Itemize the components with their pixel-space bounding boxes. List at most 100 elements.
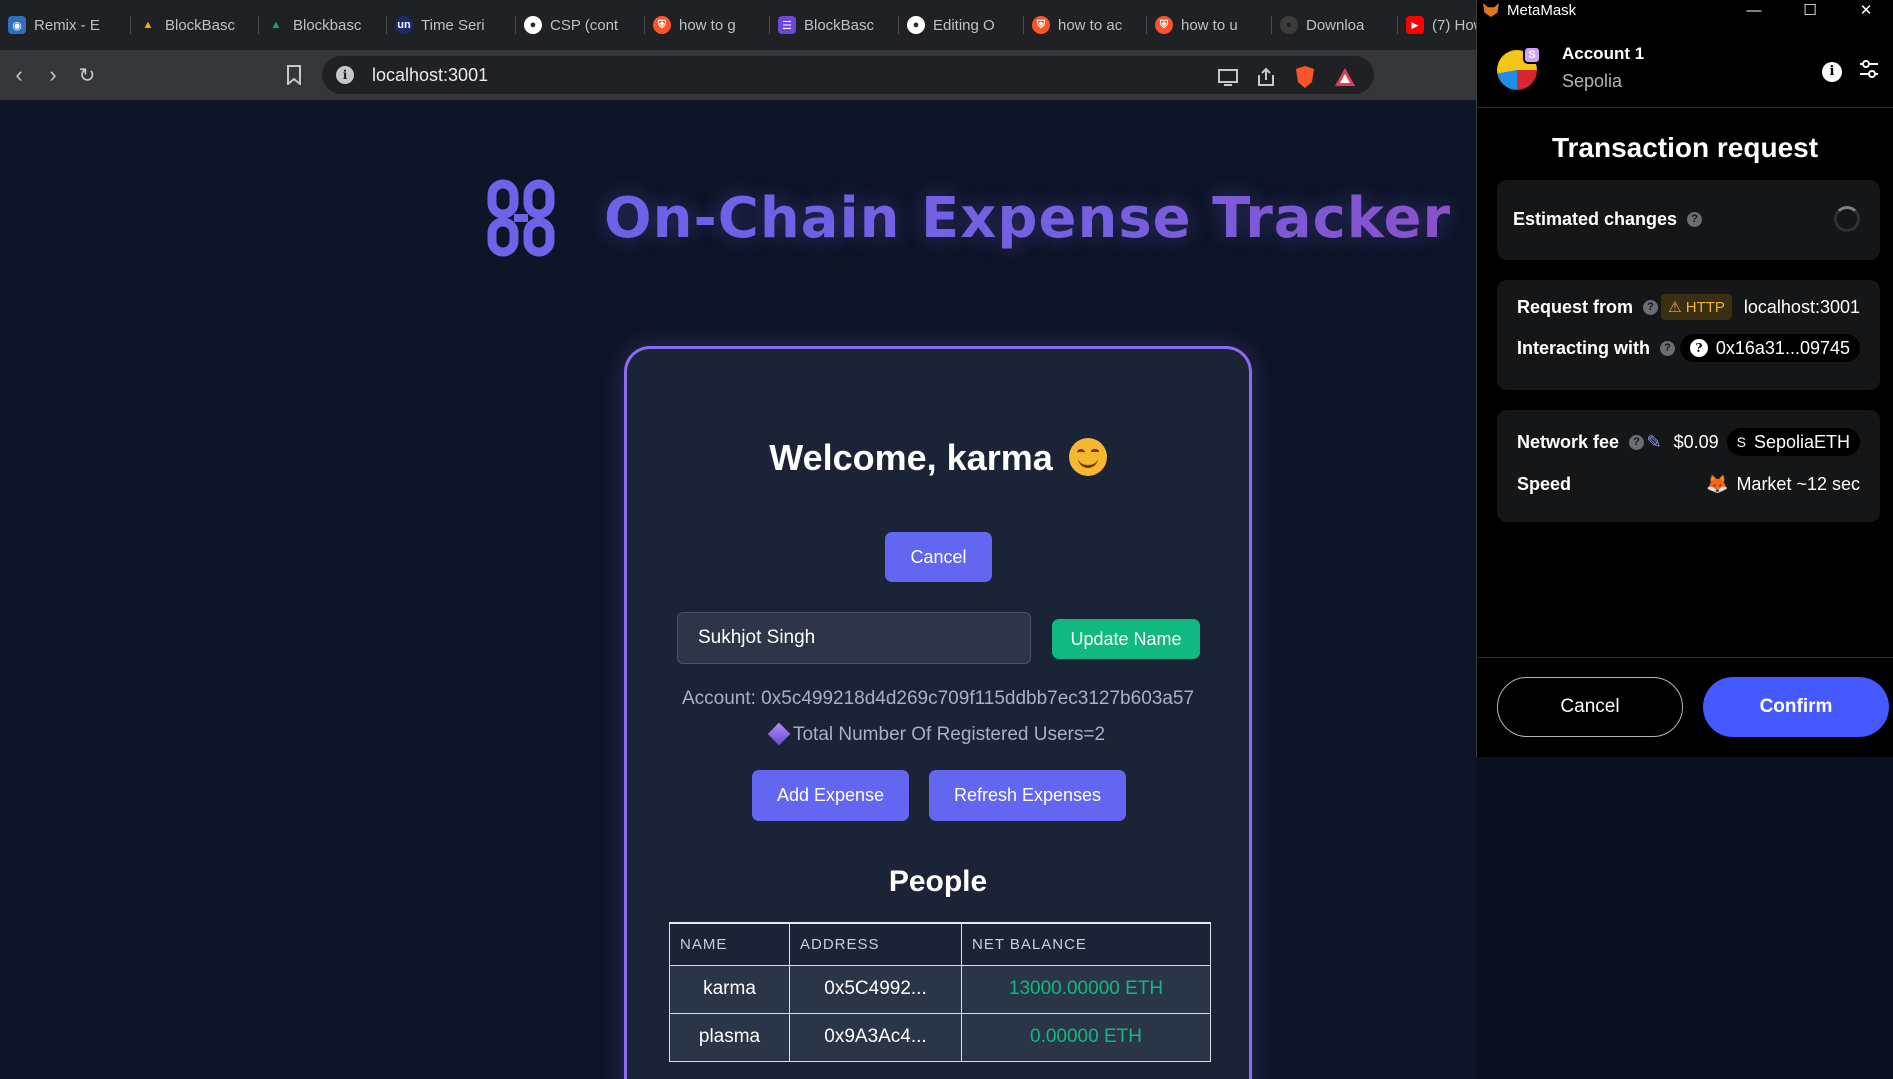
contract-address-pill[interactable]: ? 0x16a31...09745	[1679, 334, 1860, 362]
request-origin: localhost:3001	[1743, 296, 1860, 317]
network-name: Sepolia	[1562, 71, 1623, 91]
help-icon[interactable]: ?	[1660, 340, 1676, 356]
person-name: plasma	[669, 1012, 790, 1062]
cast-icon[interactable]	[1218, 68, 1238, 91]
remix-icon: ◉	[8, 16, 26, 34]
network-fee-row: Network fee ? ✎ $0.09 S SepoliaETH	[1517, 428, 1860, 456]
person-address: 0x9A3Ac4...	[789, 1012, 962, 1062]
browser-tab[interactable]: ▲ Blockbasc	[259, 0, 387, 50]
unstop-icon: un	[395, 16, 413, 34]
browser-tab[interactable]: ◉ Remix - E	[0, 0, 131, 50]
address-bar[interactable]: i localhost:3001	[322, 56, 1374, 94]
window-controls: — ☐ ✕	[1726, 0, 1893, 20]
request-from-row: Request from ? ⚠ HTTP localhost:3001	[1517, 294, 1860, 320]
browser-tab[interactable]: un Time Seri	[387, 0, 516, 50]
site-info-icon[interactable]: i	[336, 66, 354, 84]
metamask-window: MetaMask — ☐ ✕ S Account 1 Sepolia i Tra…	[1476, 0, 1893, 757]
browser-tab[interactable]: ● Editing O	[899, 0, 1024, 50]
brave-search-icon: ⛨	[1155, 16, 1173, 34]
page-title: On-Chain Expense Tracker	[604, 185, 1452, 251]
speed-value: Market ~12 sec	[1736, 474, 1860, 494]
metamask-confirm-button[interactable]: Confirm	[1703, 677, 1889, 737]
github-icon: ●	[524, 16, 542, 34]
github-icon: ●	[1280, 16, 1298, 34]
brave-search-icon: ⛨	[653, 16, 671, 34]
transaction-heading: Transaction request	[1551, 132, 1819, 163]
url-text: localhost:3001	[372, 64, 489, 85]
browser-toolbar: ‹ › ↻ i localhost:3001	[0, 50, 1476, 100]
sepolia-token-icon: S	[1736, 434, 1746, 450]
address-bar-actions	[1218, 65, 1356, 94]
update-name-button[interactable]: Update Name	[1052, 619, 1200, 659]
request-details-card: Request from ? ⚠ HTTP localhost:3001 Int…	[1497, 280, 1880, 390]
minimize-icon[interactable]: —	[1726, 0, 1782, 20]
column-header-address: ADDRESS	[789, 922, 962, 966]
fee-token-pill: S SepoliaETH	[1726, 428, 1860, 456]
http-badge-text: HTTP	[1685, 298, 1725, 316]
table-row: plasma 0x9A3Ac4... 0.00000 ETH	[669, 1012, 1211, 1062]
edit-fee-icon[interactable]: ✎	[1646, 432, 1661, 453]
bookmark-icon[interactable]	[277, 58, 311, 92]
people-table: NAME ADDRESS NET BALANCE karma 0x5C4992.…	[669, 922, 1211, 1062]
network-fee-label: Network fee	[1517, 431, 1620, 452]
help-icon[interactable]: ?	[1629, 434, 1645, 450]
table-header-row: NAME ADDRESS NET BALANCE	[669, 922, 1211, 966]
chain-link-icon	[487, 179, 555, 257]
insecure-http-badge: ⚠ HTTP	[1661, 294, 1732, 320]
help-icon[interactable]: ?	[1643, 299, 1659, 315]
person-address: 0x5C4992...	[789, 964, 962, 1014]
reload-icon[interactable]: ↻	[70, 58, 104, 92]
fee-token: SepoliaETH	[1753, 431, 1850, 452]
browser-tab[interactable]: ⛨ how to u	[1147, 0, 1272, 50]
loading-spinner-icon	[1834, 206, 1860, 232]
refresh-expenses-button[interactable]: Refresh Expenses	[929, 770, 1126, 821]
share-icon[interactable]	[1256, 67, 1276, 92]
interacting-with-row: Interacting with ? ? 0x16a31...09745	[1517, 334, 1860, 362]
github-icon: ●	[907, 16, 925, 34]
network-badge: S	[1523, 46, 1541, 64]
google-drive-icon: ▲	[270, 19, 282, 31]
account-actions: i	[1822, 58, 1880, 85]
welcome-text: Welcome, karma	[769, 437, 1053, 478]
back-icon[interactable]: ‹	[2, 58, 36, 92]
forward-icon[interactable]: ›	[36, 58, 70, 92]
settings-sliders-icon[interactable]	[1858, 58, 1880, 85]
brave-shields-icon[interactable]	[1294, 65, 1316, 94]
browser-tab[interactable]: ● Downloa	[1272, 0, 1398, 50]
browser-tab[interactable]: ▲ BlockBasc	[131, 0, 259, 50]
page-content: On-Chain Expense Tracker Welcome, karma …	[0, 100, 1476, 1079]
brave-rewards-icon[interactable]	[1334, 67, 1356, 92]
info-icon[interactable]: i	[1822, 61, 1842, 82]
metamask-cancel-button[interactable]: Cancel	[1497, 677, 1683, 737]
cancel-button[interactable]: Cancel	[885, 532, 992, 582]
tracker-card: Welcome, karma Cancel Update Name Accoun…	[624, 346, 1252, 1079]
estimated-changes-label: Estimated changes	[1513, 208, 1678, 229]
name-input[interactable]	[677, 612, 1031, 664]
list-app-icon: ☰	[778, 16, 796, 34]
browser-tab[interactable]: ● CSP (cont	[516, 0, 645, 50]
person-name: karma	[669, 964, 790, 1014]
add-expense-button[interactable]: Add Expense	[752, 770, 909, 821]
gem-icon	[767, 722, 791, 746]
metamask-footer: Cancel Confirm	[1477, 657, 1893, 757]
account-header: S Account 1 Sepolia i	[1477, 20, 1893, 108]
close-icon[interactable]: ✕	[1838, 0, 1893, 20]
registered-users-label: Total Number Of Registered Users=2	[792, 724, 1106, 745]
people-heading: People	[888, 865, 988, 898]
app-header: On-Chain Expense Tracker	[486, 178, 1451, 258]
welcome-heading: Welcome, karma	[627, 437, 1249, 479]
maximize-icon[interactable]: ☐	[1782, 0, 1838, 20]
account-name: Account 1	[1562, 44, 1645, 63]
estimated-changes-card: Estimated changes ?	[1497, 180, 1880, 260]
browser-tab[interactable]: ☰ BlockBasc	[770, 0, 899, 50]
brave-search-icon: ⛨	[1032, 16, 1050, 34]
contract-address: 0x16a31...09745	[1715, 337, 1850, 358]
browser-tab[interactable]: ⛨ how to ac	[1024, 0, 1147, 50]
browser-tab[interactable]: ⛨ how to g	[645, 0, 770, 50]
request-from-label: Request from	[1517, 296, 1634, 317]
help-icon[interactable]: ?	[1687, 211, 1703, 227]
youtube-icon: ▶	[1406, 16, 1424, 34]
column-header-net-balance: NET BALANCE	[961, 922, 1211, 966]
metamask-titlebar: MetaMask — ☐ ✕	[1477, 0, 1893, 20]
estimated-changes-row: Estimated changes ?	[1513, 206, 1860, 232]
